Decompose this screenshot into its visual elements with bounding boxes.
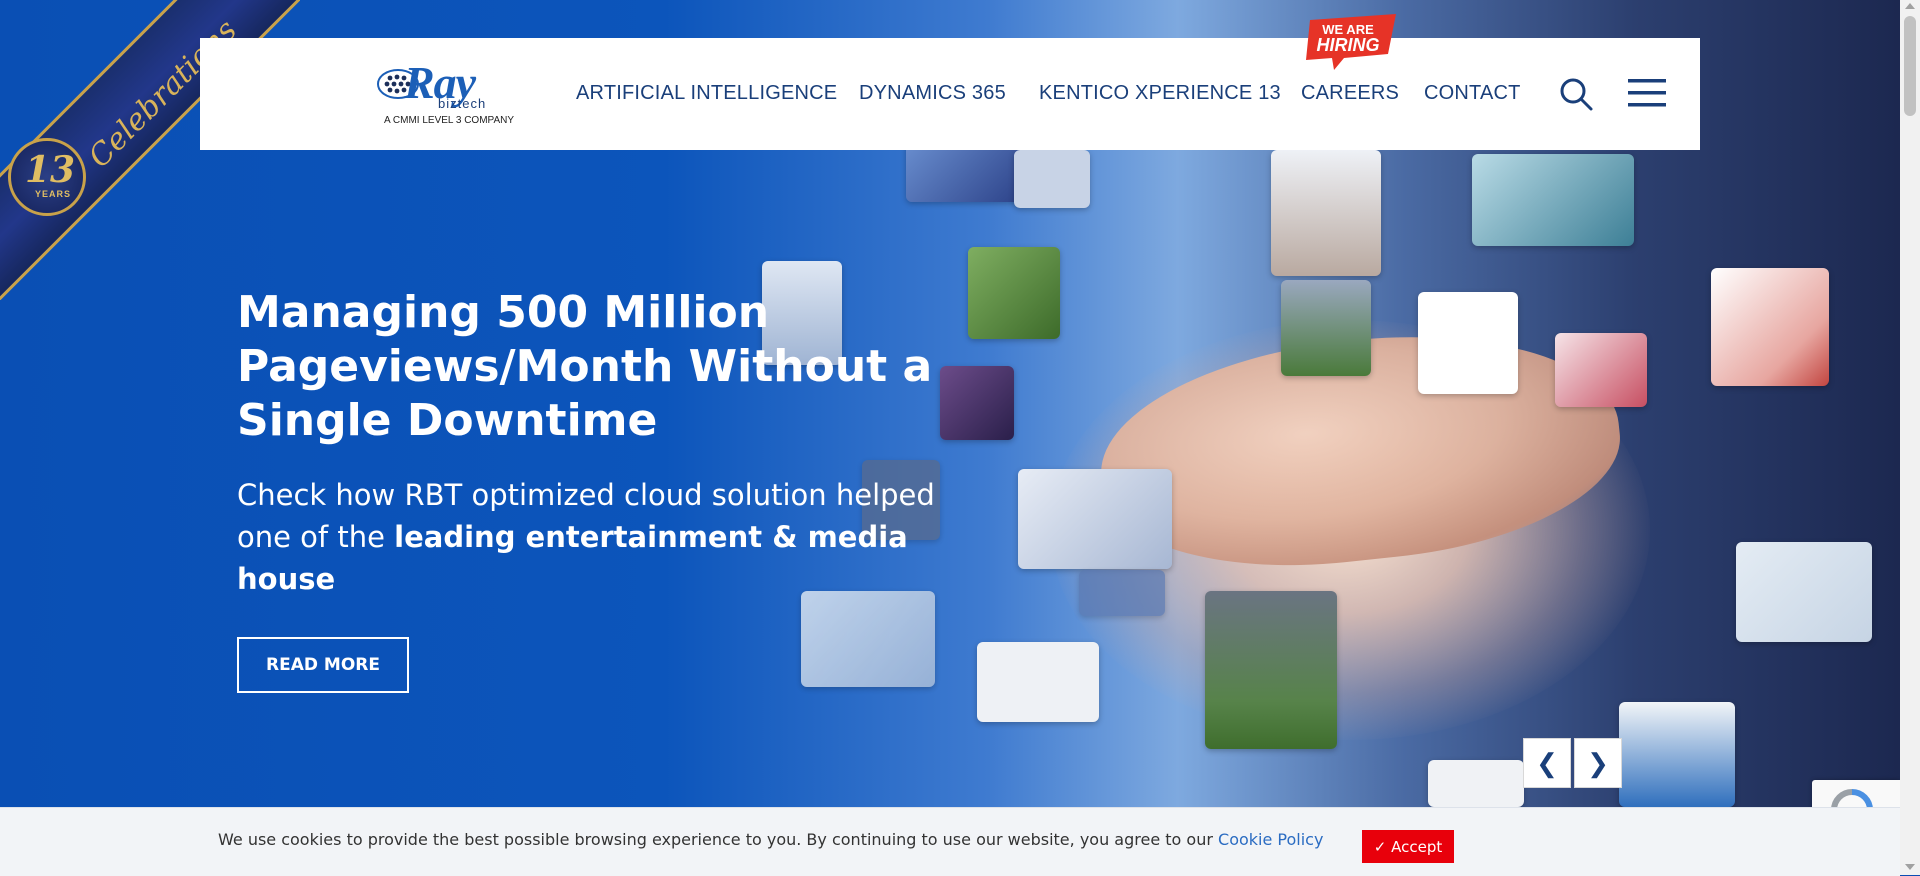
media-tile [977, 642, 1099, 722]
cookie-policy-link[interactable]: Cookie Policy [1218, 830, 1323, 849]
nav-contact[interactable]: CONTACT [1424, 82, 1521, 105]
read-more-button[interactable]: READ MORE [237, 637, 409, 693]
media-tile [940, 366, 1014, 440]
company-logo[interactable]: Ray biztech A CMMI LEVEL 3 COMPANY [376, 57, 526, 130]
badge-number: 13 [25, 149, 76, 191]
media-tile [801, 591, 935, 687]
slider-prev-button[interactable]: ❮ [1523, 738, 1571, 788]
media-tile [1205, 591, 1337, 749]
page-scrollbar[interactable] [1900, 0, 1920, 875]
search-icon[interactable] [1558, 76, 1594, 112]
scroll-down-arrow-icon[interactable] [1905, 864, 1915, 870]
scroll-up-arrow-icon[interactable] [1905, 3, 1915, 9]
logo-subbrand: biztech [438, 96, 487, 111]
media-tile [1418, 292, 1518, 394]
nav-dynamics-365[interactable]: DYNAMICS 365 [859, 82, 1006, 105]
media-tile [1018, 469, 1172, 569]
nav-careers[interactable]: CAREERS [1301, 82, 1399, 105]
media-tile [1619, 702, 1735, 807]
anniversary-badge: 13 YEARS [8, 138, 86, 216]
media-tile [1428, 760, 1524, 807]
media-tile [968, 247, 1060, 339]
media-tile [1555, 333, 1647, 407]
hiring-line2: HIRING [1317, 35, 1380, 55]
hamburger-menu-icon[interactable] [1628, 78, 1666, 108]
chevron-right-icon: ❯ [1587, 747, 1609, 778]
nav-kentico-xperience-13[interactable]: KENTICO XPERIENCE 13 [1039, 82, 1281, 105]
badge-label: YEARS [35, 189, 72, 199]
slider-next-button[interactable]: ❯ [1574, 738, 1622, 788]
site-header: Ray biztech A CMMI LEVEL 3 COMPANY ARTIF… [200, 14, 1700, 150]
cookie-consent-bar: We use cookies to provide the best possi… [0, 807, 1900, 876]
media-tile [1271, 150, 1381, 276]
media-tile [1472, 154, 1634, 246]
media-tile [1014, 150, 1090, 208]
media-tile [1281, 280, 1371, 376]
logo-tagline: A CMMI LEVEL 3 COMPANY [384, 115, 515, 126]
hero-headline: Managing 500 Million Pageviews/Month Wit… [237, 287, 933, 446]
scrollbar-thumb[interactable] [1904, 16, 1916, 116]
chevron-left-icon: ❮ [1536, 747, 1558, 778]
hero-subtext: Check how RBT optimized cloud solution h… [237, 474, 957, 600]
media-tile [1079, 570, 1165, 616]
media-tile [1736, 542, 1872, 642]
cookie-message: We use cookies to provide the best possi… [218, 830, 1323, 849]
we-are-hiring-badge[interactable]: WE ARE HIRING [1304, 14, 1396, 70]
cookie-message-text: We use cookies to provide the best possi… [218, 830, 1219, 849]
media-tile [1711, 268, 1829, 386]
nav-artificial-intelligence[interactable]: ARTIFICIAL INTELLIGENCE [576, 82, 837, 105]
accept-cookies-button[interactable]: ✓ Accept [1362, 830, 1454, 863]
